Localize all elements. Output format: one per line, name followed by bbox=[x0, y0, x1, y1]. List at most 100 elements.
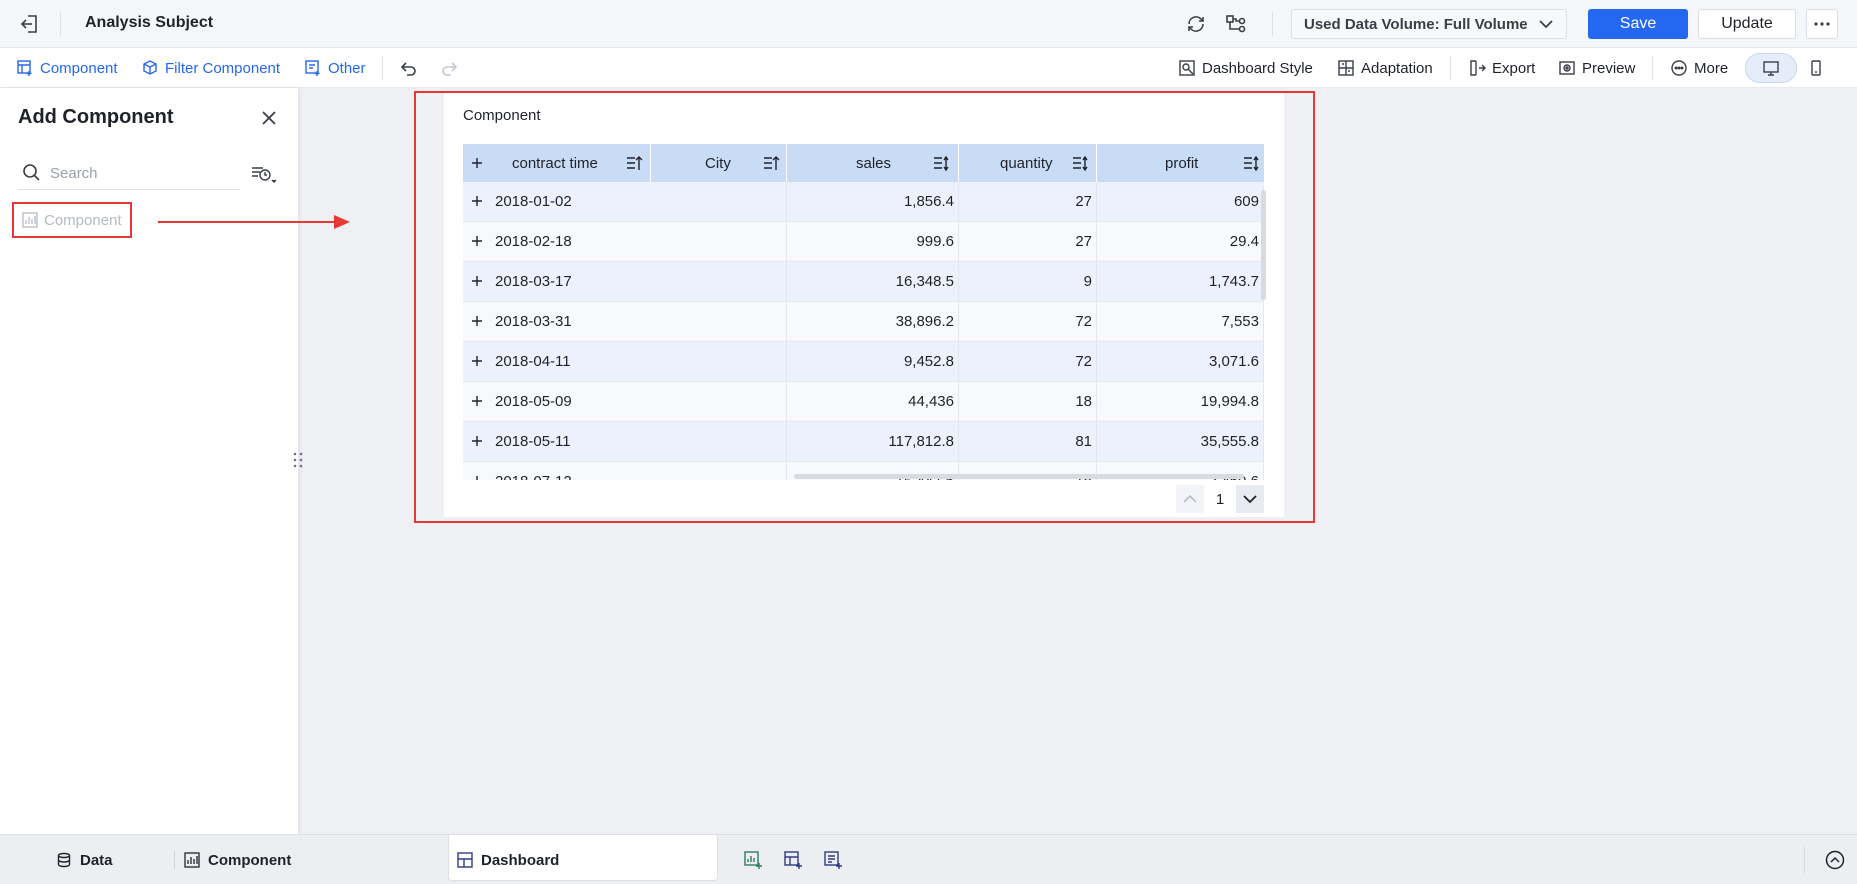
component-list-item[interactable]: Component bbox=[12, 202, 132, 238]
table-cell-profit: 3,071.6 bbox=[1097, 342, 1264, 382]
sort-asc-icon[interactable] bbox=[762, 154, 780, 172]
column-header[interactable]: contract time bbox=[463, 144, 651, 182]
table-cell-sales: 117,812.8 bbox=[787, 422, 959, 462]
table-cell-date: 2018-03-31 bbox=[463, 302, 787, 342]
table-cell-profit: 19,994.8 bbox=[1097, 382, 1264, 422]
close-icon[interactable] bbox=[260, 109, 278, 127]
collapse-up-icon[interactable] bbox=[1824, 849, 1846, 871]
table-row[interactable]: 2018-03-17 16,348.5 9 1,743.7 bbox=[463, 262, 1264, 302]
expand-all-icon[interactable] bbox=[471, 157, 483, 169]
table-cell-profit: 35,555.8 bbox=[1097, 422, 1264, 462]
table-add-icon bbox=[16, 59, 34, 77]
adaptation-button[interactable]: Adaptation bbox=[1337, 58, 1433, 78]
preview-button[interactable]: Preview bbox=[1558, 58, 1635, 78]
filter-cube-icon bbox=[141, 59, 159, 77]
divider bbox=[174, 851, 175, 869]
table-row[interactable]: 2018-05-09 44,436 18 19,994.8 bbox=[463, 382, 1264, 422]
table-cell-profit: 7,553 bbox=[1097, 302, 1264, 342]
table-row[interactable]: 2018-03-31 38,896.2 72 7,553 bbox=[463, 302, 1264, 342]
sort-history-icon[interactable] bbox=[250, 164, 280, 186]
top-bar: Analysis Subject Used Data Volume: Full … bbox=[0, 0, 1857, 48]
table-row[interactable]: 2018-02-18 999.6 27 29.4 bbox=[463, 222, 1264, 262]
page-number: 1 bbox=[1215, 491, 1225, 508]
more-options-button[interactable] bbox=[1806, 9, 1838, 39]
annotation-arrow bbox=[156, 210, 352, 234]
panel-title: Add Component bbox=[18, 106, 174, 128]
exit-icon[interactable] bbox=[18, 12, 42, 36]
column-header[interactable]: profit bbox=[1097, 144, 1264, 182]
mobile-view-icon[interactable] bbox=[1807, 59, 1825, 77]
sort-both-icon[interactable] bbox=[1071, 154, 1089, 172]
redo-icon[interactable] bbox=[440, 58, 458, 78]
drag-handle-icon[interactable] bbox=[290, 450, 306, 470]
dashboard-icon bbox=[457, 852, 473, 868]
other-label: Other bbox=[328, 59, 366, 77]
table-cell-sales: 1,856.4 bbox=[787, 182, 959, 222]
table-cell-quantity: 18 bbox=[959, 382, 1097, 422]
dashboard-tab[interactable]: Dashboard bbox=[457, 835, 559, 884]
column-label: contract time bbox=[512, 155, 598, 172]
refresh-icon[interactable] bbox=[1184, 12, 1208, 36]
toolbar: Component Filter Component Other Dashboa… bbox=[0, 48, 1857, 88]
component-item-label: Component bbox=[44, 212, 122, 229]
search-input[interactable] bbox=[50, 162, 235, 184]
column-label: City bbox=[705, 155, 731, 172]
column-header[interactable]: City bbox=[651, 144, 787, 182]
component-tab[interactable]: Component bbox=[184, 835, 291, 884]
filter-component-button[interactable]: Filter Component bbox=[141, 58, 280, 78]
dashboard-tab-label: Dashboard bbox=[481, 851, 560, 869]
horizontal-scrollbar[interactable] bbox=[794, 474, 1244, 479]
divider bbox=[1272, 12, 1273, 36]
component-label: Component bbox=[40, 59, 118, 77]
divider bbox=[60, 12, 61, 36]
column-header[interactable]: quantity bbox=[959, 144, 1097, 182]
add-report-icon[interactable] bbox=[823, 850, 843, 870]
data-tab-label: Data bbox=[80, 851, 113, 869]
table-widget[interactable]: Component contract time City sales quant… bbox=[444, 93, 1284, 517]
column-label: profit bbox=[1165, 155, 1199, 172]
data-table: contract time City sales quantity profit… bbox=[463, 144, 1264, 480]
export-icon bbox=[1468, 59, 1486, 77]
table-cell-sales: 9,452.8 bbox=[787, 342, 959, 382]
table-row[interactable]: 2018-04-11 9,452.8 72 3,071.6 bbox=[463, 342, 1264, 382]
add-component-icon[interactable] bbox=[743, 850, 763, 870]
column-label: sales bbox=[856, 155, 892, 172]
page-down-icon[interactable] bbox=[1236, 485, 1264, 513]
sort-both-icon[interactable] bbox=[1242, 154, 1260, 172]
save-button[interactable]: Save bbox=[1588, 9, 1688, 39]
more-button[interactable]: More bbox=[1670, 58, 1728, 78]
style-icon bbox=[1178, 59, 1196, 77]
vertical-scrollbar[interactable] bbox=[1261, 190, 1266, 300]
data-volume-select[interactable]: Used Data Volume: Full Volume bbox=[1291, 9, 1567, 39]
lineage-icon[interactable] bbox=[1224, 12, 1248, 36]
divider bbox=[382, 56, 383, 80]
add-component-button[interactable]: Component bbox=[16, 58, 118, 78]
export-button[interactable]: Export bbox=[1468, 58, 1535, 78]
page-up-icon[interactable] bbox=[1176, 485, 1204, 513]
column-header[interactable]: sales bbox=[787, 144, 959, 182]
other-button[interactable]: Other bbox=[304, 58, 366, 78]
table-row[interactable]: 2018-05-11 117,812.8 81 35,555.8 bbox=[463, 422, 1264, 462]
desktop-view-button[interactable] bbox=[1745, 53, 1797, 83]
dashboard-style-button[interactable]: Dashboard Style bbox=[1178, 58, 1313, 78]
sort-both-icon[interactable] bbox=[932, 154, 950, 172]
undo-icon[interactable] bbox=[400, 58, 418, 78]
table-cell-quantity: 81 bbox=[959, 422, 1097, 462]
table-cell-date: 2018-04-11 bbox=[463, 342, 787, 382]
table-cell-date: 2018-05-09 bbox=[463, 382, 787, 422]
component-tab-label: Component bbox=[208, 851, 292, 869]
column-label: quantity bbox=[1000, 155, 1053, 172]
adaptation-label: Adaptation bbox=[1361, 59, 1433, 77]
sort-asc-icon[interactable] bbox=[625, 154, 643, 172]
table-cell-quantity: 9 bbox=[959, 262, 1097, 302]
more-circle-icon bbox=[1670, 59, 1688, 77]
data-tab[interactable]: Data bbox=[56, 835, 113, 884]
add-dashboard-icon[interactable] bbox=[783, 850, 803, 870]
update-button[interactable]: Update bbox=[1698, 9, 1796, 39]
add-component-panel: Add Component Component bbox=[0, 88, 298, 834]
table-header: contract time City sales quantity profit bbox=[463, 144, 1264, 182]
table-cell-date: 2018-05-11 bbox=[463, 422, 787, 462]
table-row[interactable]: 2018-01-02 1,856.4 27 609 bbox=[463, 182, 1264, 222]
table-cell-date: 2018-03-17 bbox=[463, 262, 787, 302]
table-cell-sales: 38,896.2 bbox=[787, 302, 959, 342]
